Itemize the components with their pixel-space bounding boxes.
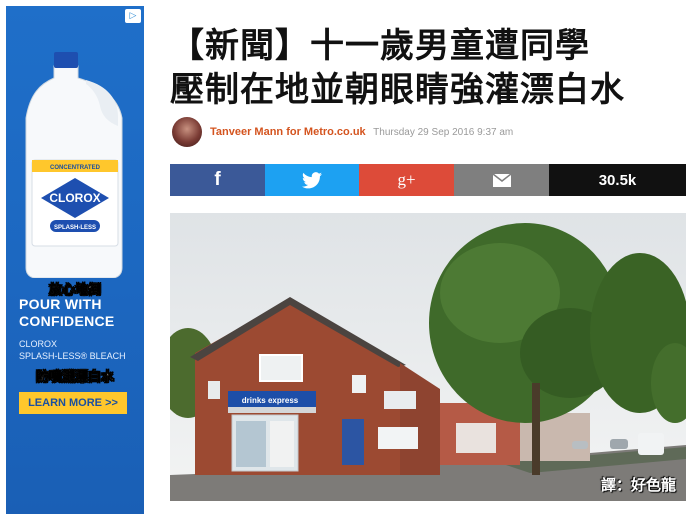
- share-email-button[interactable]: [454, 164, 549, 196]
- shop-sign-text: drinks express: [242, 396, 299, 405]
- ad-caption-bottom: 防噴濺漂白水: [35, 370, 115, 386]
- ad-product-line1: CLOROX: [19, 339, 58, 349]
- googleplus-icon: g+: [397, 170, 416, 189]
- article-photo: drinks express 譯：好色龍: [170, 213, 686, 501]
- street-scene-image: drinks express: [170, 213, 686, 501]
- facebook-icon: f: [214, 169, 221, 190]
- share-facebook-button[interactable]: f: [170, 164, 265, 196]
- headline-line-2: 壓制在地並朝眼睛強灌漂白水: [170, 70, 625, 110]
- author-avatar[interactable]: [172, 117, 202, 147]
- share-bar: f g+ 30.5k: [170, 164, 686, 196]
- byline: Tanveer Mann for Metro.co.uk Thursday 29…: [210, 125, 513, 138]
- share-twitter-button[interactable]: [265, 164, 359, 196]
- ad-headline: POUR WITH CONFIDENCE: [19, 296, 115, 329]
- envelope-icon: [492, 173, 511, 187]
- learn-more-button[interactable]: LEARN MORE >>: [19, 392, 127, 414]
- label-brand: CLOROX: [49, 191, 100, 205]
- ad-product-line2: SPLASH-LESS® BLEACH: [19, 351, 126, 361]
- share-count: 30.5k: [549, 164, 686, 196]
- label-concentrated: CONCENTRATED: [50, 165, 101, 171]
- label-sub: SPLASH-LESS: [54, 225, 96, 231]
- share-googleplus-button[interactable]: g+: [359, 164, 454, 196]
- translator-credit: 譯：好色龍: [600, 476, 676, 494]
- article-headline: 【新聞】十一歲男童遭同學 壓制在地並朝眼睛強灌漂白水: [170, 24, 680, 112]
- twitter-icon: [302, 171, 322, 188]
- publish-date: Thursday 29 Sep 2016 9:37 am: [373, 127, 514, 138]
- bleach-bottle-image: CONCENTRATED CLOROX SPLASH-LESS: [25, 52, 123, 278]
- clorox-ad[interactable]: ▷ CONCENTRATED CLOROX SPLASH-LESS 放心地倒 P…: [6, 6, 144, 514]
- author-link[interactable]: Tanveer Mann for Metro.co.uk: [210, 126, 366, 138]
- adchoices-icon[interactable]: ▷: [125, 9, 141, 23]
- headline-line-1: 【新聞】十一歲男童遭同學: [170, 26, 590, 66]
- ad-product-text: CLOROX SPLASH-LESS® BLEACH: [19, 338, 126, 362]
